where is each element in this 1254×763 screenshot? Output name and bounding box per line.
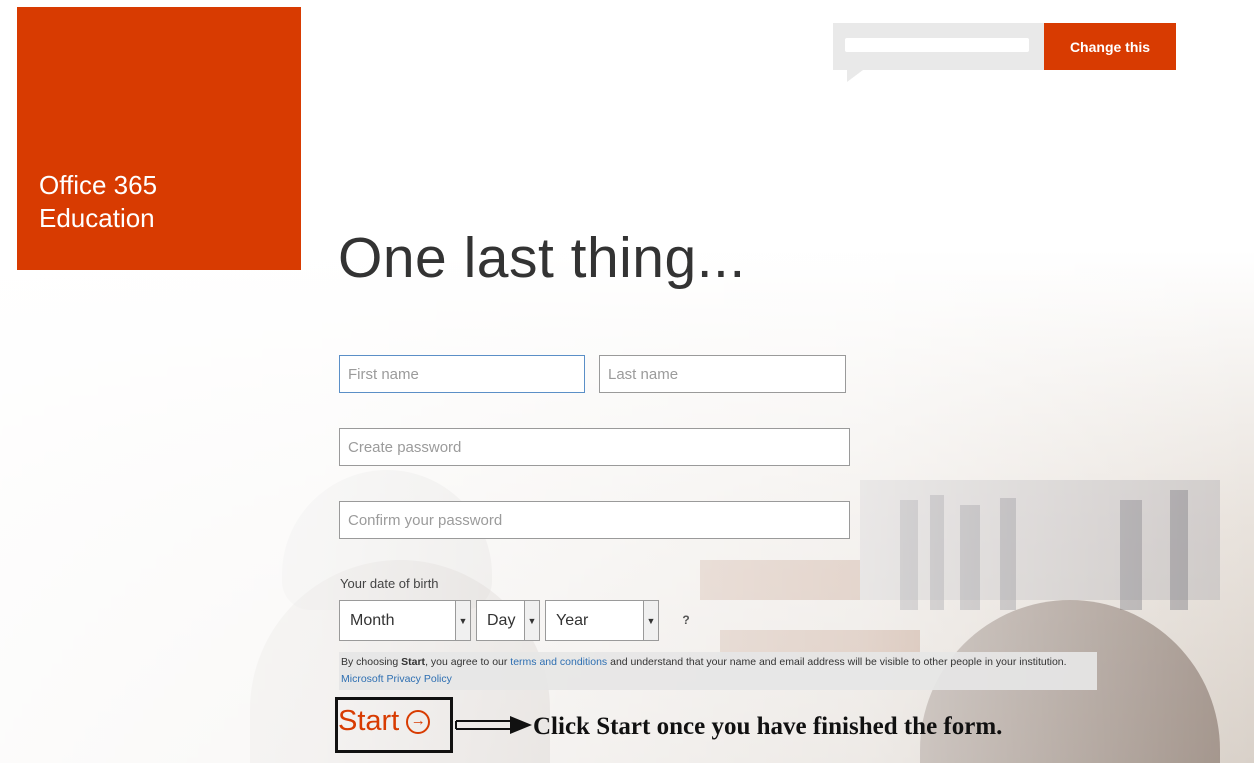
account-email-bubble (833, 23, 1044, 82)
create-password-input[interactable] (339, 428, 850, 466)
last-name-input[interactable] (599, 355, 846, 393)
chevron-down-icon[interactable]: ▼ (643, 601, 658, 640)
question-icon[interactable]: ? (676, 610, 696, 630)
chevron-down-icon[interactable]: ▼ (455, 601, 470, 640)
day-select[interactable]: Day ▼ (476, 600, 540, 641)
month-select[interactable]: Month ▼ (339, 600, 471, 641)
year-select-value: Year (556, 611, 589, 629)
terms-prefix: By choosing (341, 656, 402, 668)
annotation-arrow-icon (455, 716, 532, 734)
office365-education-tile: Office 365 Education (17, 7, 301, 270)
year-select[interactable]: Year ▼ (545, 600, 659, 641)
chevron-down-icon[interactable]: ▼ (524, 601, 539, 640)
start-button-label: Start (338, 705, 400, 737)
first-name-input[interactable] (339, 355, 585, 393)
change-this-button[interactable]: Change this (1044, 23, 1176, 70)
annotation-instruction: Click Start once you have finished the f… (533, 713, 1003, 740)
brand-name-line2: Education (39, 203, 155, 233)
redacted-email (845, 38, 1029, 52)
page-title: One last thing... (338, 226, 746, 290)
terms-mid2: and understand that your name and email … (607, 656, 1067, 668)
start-button[interactable]: Start → (338, 705, 431, 738)
month-select-value: Month (350, 611, 395, 629)
date-of-birth-label: Your date of birth (340, 576, 439, 591)
terms-start-word: Start (401, 656, 426, 668)
bubble-tail (847, 70, 863, 82)
brand-name-line1: Office 365 (39, 170, 158, 200)
terms-mid1: , you agree to our (425, 656, 511, 668)
arrow-right-circle-icon: → (406, 709, 431, 734)
confirm-password-input[interactable] (339, 501, 850, 539)
privacy-policy-link[interactable]: Microsoft Privacy Policy (341, 673, 452, 685)
terms-and-conditions-link[interactable]: terms and conditions (510, 656, 607, 668)
day-select-value: Day (487, 611, 516, 629)
terms-notice: By choosing Start, you agree to our term… (339, 652, 1097, 690)
